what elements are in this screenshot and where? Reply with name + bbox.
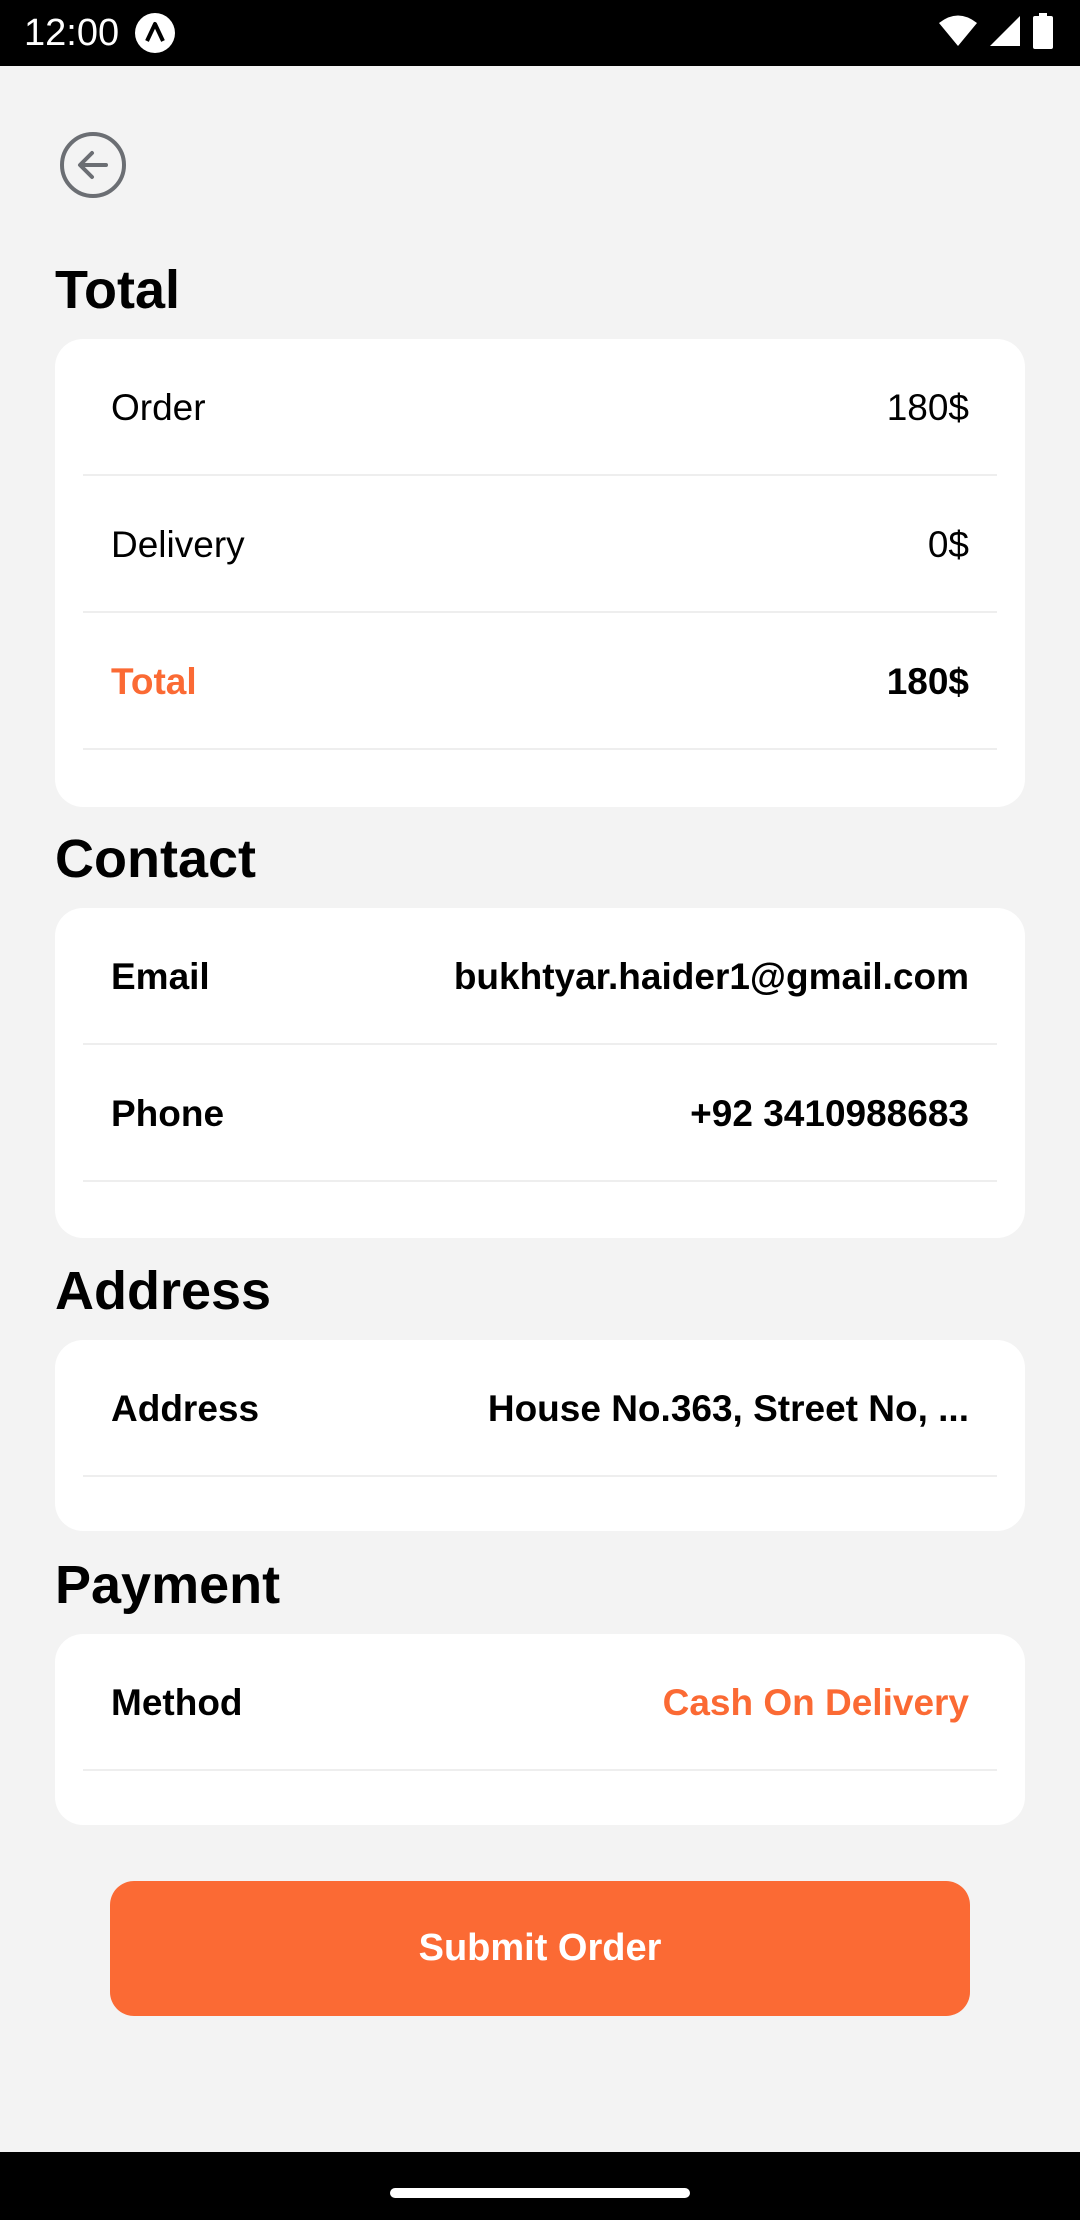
back-button[interactable] [58,130,128,205]
app-notification-icon [134,12,176,54]
total-card: Order 180$ Delivery 0$ Total 180$ [55,339,1025,807]
total-row: Total 180$ [83,613,997,750]
navigation-bar [0,2152,1080,2220]
order-row: Order 180$ [83,339,997,476]
status-time: 12:00 [24,12,120,54]
address-label: Address [111,1388,260,1429]
order-value: 180$ [886,387,969,428]
submit-order-button[interactable]: Submit Order [110,1881,970,2016]
phone-row: Phone +92 3410988683 [83,1045,997,1182]
address-value: House No.363, Street No, ... [487,1388,969,1429]
total-label: Total [111,661,197,702]
signal-icon [988,14,1022,53]
payment-section-title: Payment [55,1555,281,1615]
total-value: 180$ [886,661,969,702]
payment-method-row[interactable]: Method Cash On Delivery [83,1634,997,1771]
address-row[interactable]: Address House No.363, Street No, ... [83,1340,997,1477]
address-card: Address House No.363, Street No, ... [55,1340,1025,1531]
payment-method-value: Cash On Delivery [662,1682,969,1723]
email-value: bukhtyar.haider1@gmail.com [453,956,969,997]
email-label: Email [111,956,210,997]
wifi-icon [938,14,978,53]
arrow-left-circle-icon [58,130,128,205]
status-icons [938,12,1054,54]
address-section-title: Address [55,1261,272,1321]
battery-icon [1032,12,1054,54]
contact-card: Email bukhtyar.haider1@gmail.com Phone +… [55,908,1025,1238]
home-gesture-handle[interactable] [390,2188,690,2198]
delivery-value: 0$ [927,524,969,565]
phone-value: +92 3410988683 [690,1093,969,1134]
status-bar: 12:00 [0,0,1080,66]
delivery-row: Delivery 0$ [83,476,997,613]
delivery-label: Delivery [111,524,245,565]
phone-label: Phone [111,1093,225,1134]
payment-method-label: Method [111,1682,243,1723]
contact-section-title: Contact [55,829,256,889]
order-label: Order [111,387,206,428]
email-row: Email bukhtyar.haider1@gmail.com [83,908,997,1045]
payment-card: Method Cash On Delivery [55,1634,1025,1825]
total-section-title: Total [55,260,180,320]
